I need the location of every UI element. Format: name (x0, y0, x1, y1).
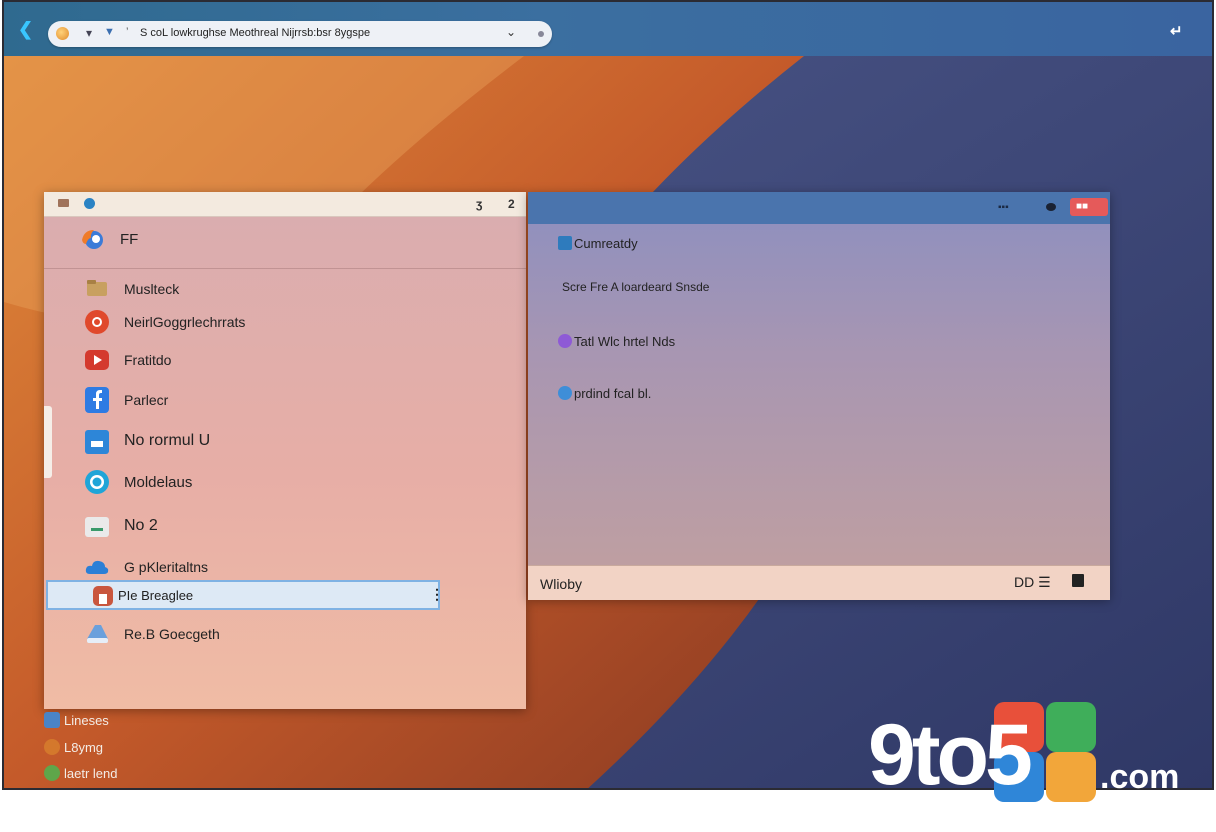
chrome-icon (85, 310, 109, 334)
folder-icon (87, 280, 107, 296)
titlebar-glyph-1[interactable]: ʒ (476, 197, 482, 211)
titlebar-glyph-2[interactable]: 2 (508, 197, 515, 211)
list-item[interactable]: Parlecr (80, 383, 500, 417)
scrollbar[interactable] (44, 406, 52, 478)
window-icon (85, 430, 109, 454)
footer-menu-label: DD (1014, 574, 1035, 590)
user-icon[interactable]: ↵ (1170, 22, 1183, 40)
list-item-label: G pKleritaltns (124, 559, 209, 575)
list-item-label: Re.B Goecgeth (124, 626, 220, 642)
list-item-label: No rormul U (124, 432, 211, 449)
ring-icon (85, 470, 109, 494)
document-icon (558, 236, 572, 250)
screen: ❮ ▾ ▼ ’ S coL lowkrughse Meothreal Nijrr… (2, 0, 1214, 790)
minimize-icon[interactable] (1046, 203, 1056, 211)
firefox-icon (82, 230, 103, 249)
list-item-label: NeirlGoggrlechrrats (124, 314, 246, 330)
menu-icon: ☰ (1038, 574, 1051, 590)
address-bar[interactable]: ▾ ▼ ’ S coL lowkrughse Meothreal Nijrrsb… (48, 21, 552, 47)
list-item[interactable]: No rormul U (80, 425, 500, 459)
facebook-icon (85, 387, 109, 413)
list-item-label: PIe Breaglee (118, 588, 194, 603)
folder-icon[interactable] (58, 199, 69, 207)
brand-logo: 9to5 .com (868, 700, 1188, 804)
detail-row-label: prdind fcal bl. (574, 386, 652, 401)
shield-icon[interactable]: ▼ (104, 26, 115, 38)
status-dot-icon (538, 31, 544, 37)
details-window: ▪▪▪ ■■ Cumreatdy Scre Fre A loardeard Sn… (528, 192, 1110, 600)
app-icon (93, 586, 113, 606)
desktop-item[interactable]: Lineses (44, 712, 109, 728)
detail-row-label: Cumreatdy (574, 236, 638, 251)
detail-row[interactable]: Tatl Wlc hrtel Nds (558, 334, 675, 349)
list-item-label: Muslteck (124, 281, 180, 297)
detail-row-label: Scre Fre A loardeard Snsde (562, 280, 710, 294)
chevron-down-icon[interactable]: ⌄ (506, 25, 516, 39)
panel-header: FF (44, 216, 526, 269)
window-titlebar: ʒ 2 (44, 192, 526, 217)
app-launcher-window: ʒ 2 FF Muslteck NeirlGoggrlechrrats Frat… (44, 192, 526, 709)
trash-icon[interactable] (1072, 574, 1084, 587)
app-icon (44, 739, 60, 755)
browser-toolbar: ❮ ▾ ▼ ’ S coL lowkrughse Meothreal Nijrr… (4, 2, 1212, 56)
list-item[interactable]: Moldelaus (80, 465, 500, 499)
window-titlebar: ▪▪▪ ■■ (528, 192, 1110, 224)
list-item[interactable]: Re.B Goecgeth (80, 617, 500, 651)
titlebar-dots-icon[interactable]: ▪▪▪ (998, 202, 1009, 213)
desktop-item-label: L8ymg (64, 740, 104, 755)
list-item[interactable]: NeirlGoggrlechrrats (80, 305, 500, 339)
file-icon (44, 712, 60, 728)
image-icon (85, 517, 109, 537)
detail-row[interactable]: Cumreatdy (558, 236, 638, 251)
browser-icon (44, 765, 60, 781)
logo-text: 9to5 (868, 707, 1033, 803)
desktop-item-label: Lineses (64, 713, 109, 728)
close-icon: ■■ (1076, 201, 1089, 212)
list-item[interactable]: No 2 (80, 510, 500, 544)
video-icon (558, 334, 572, 348)
list-item-label: Moldelaus (124, 474, 193, 491)
detail-row[interactable]: Scre Fre A loardeard Snsde (562, 280, 709, 294)
circle-icon[interactable] (84, 198, 95, 209)
drive-icon (87, 625, 108, 643)
detail-row[interactable]: prdind fcal bl. (558, 386, 651, 401)
list-item-selected[interactable]: PIe Breaglee ⋮ (46, 580, 444, 610)
site-favicon-icon (56, 27, 69, 40)
window-footer: Wlioby DD ☰ (528, 565, 1110, 600)
quote-icon: ’ (126, 26, 129, 38)
list-item[interactable]: Muslteck (80, 272, 500, 306)
desktop-item[interactable]: L8ymg (44, 739, 103, 755)
more-options-icon[interactable]: ⋮ (430, 586, 444, 603)
list-item-label: Fratitdo (124, 352, 172, 368)
detail-row-label: Tatl Wlc hrtel Nds (574, 334, 676, 349)
list-item[interactable]: G pKleritaltns (80, 550, 500, 584)
desktop-item-label: laetr lend (64, 766, 118, 781)
footer-label: Wlioby (540, 576, 583, 592)
pin-icon[interactable]: ▾ (86, 26, 92, 40)
close-button[interactable]: ■■ (1070, 198, 1108, 216)
url-text[interactable]: S coL lowkrughse Meothreal Nijrrsb:bsr 8… (140, 27, 370, 39)
desktop-item[interactable]: laetr lend (44, 765, 117, 781)
cloud-icon (85, 560, 109, 574)
panel-header-label: FF (120, 231, 139, 248)
youtube-icon (85, 350, 109, 370)
list-item[interactable]: Fratitdo (80, 343, 500, 377)
list-item-label: No 2 (124, 517, 158, 534)
logo-suffix: .com (1100, 758, 1180, 796)
footer-menu-button[interactable]: DD ☰ (1014, 574, 1051, 591)
globe-icon (558, 386, 572, 400)
back-arrow-icon[interactable]: ❮ (18, 20, 38, 38)
list-item-label: Parlecr (124, 392, 169, 408)
